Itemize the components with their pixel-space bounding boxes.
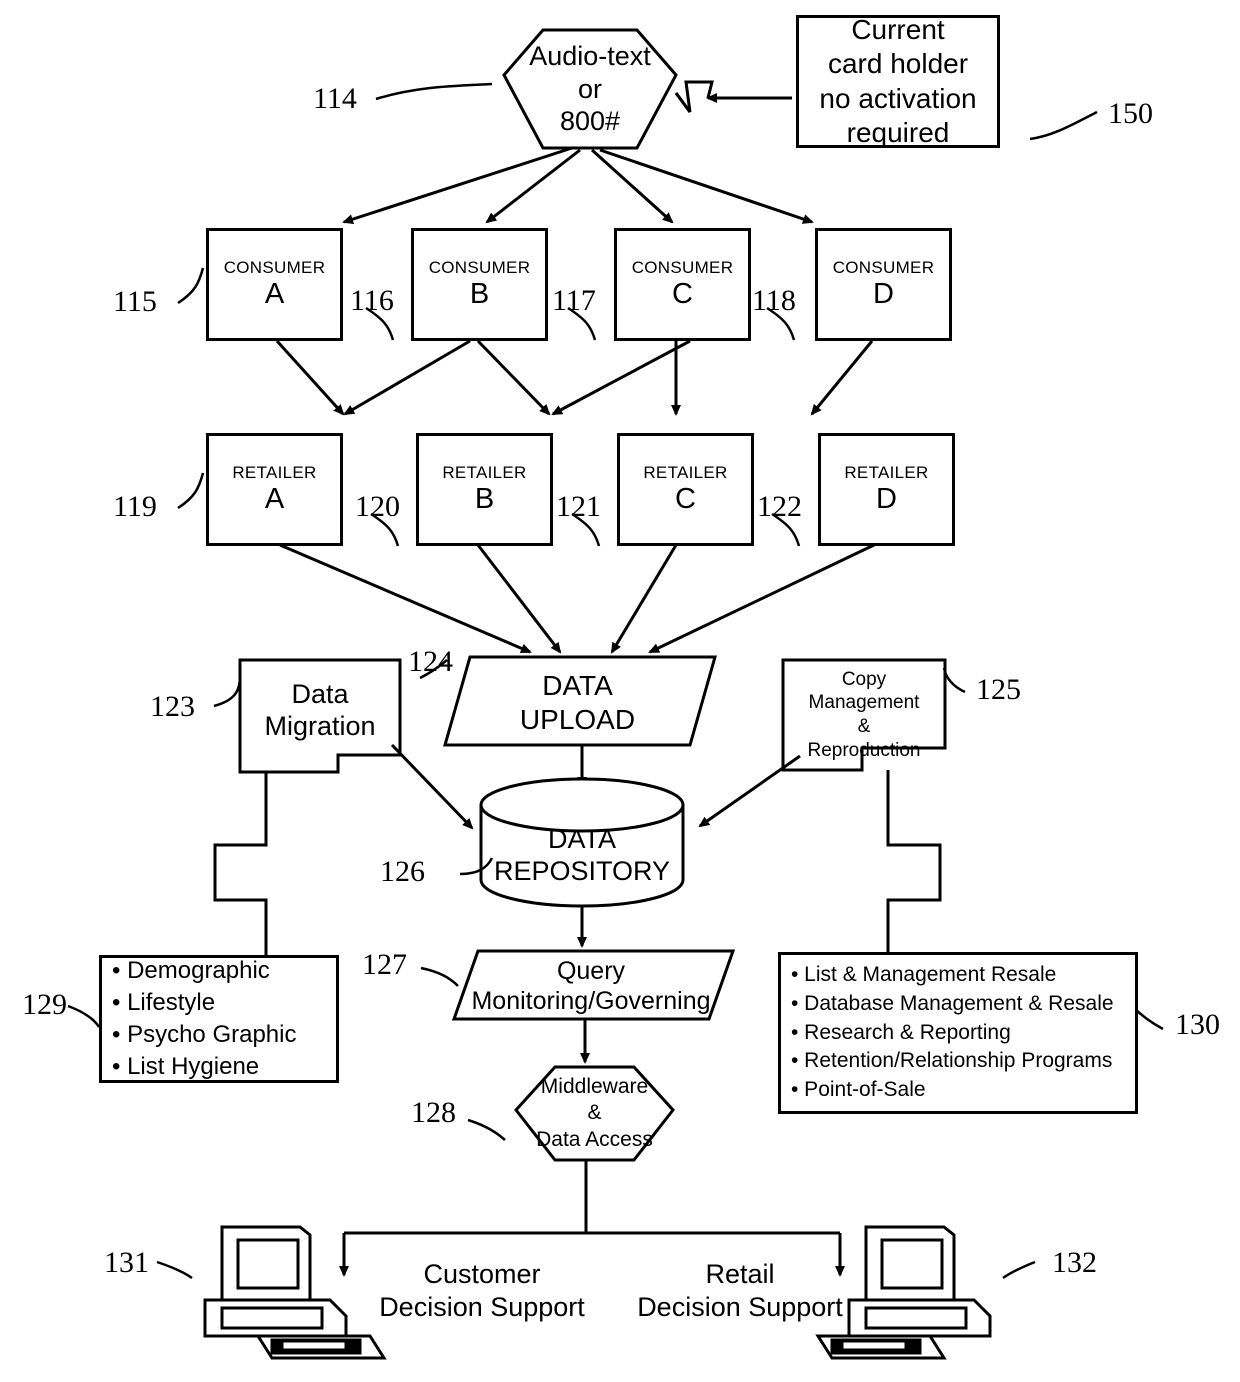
list-item: • Psycho Graphic <box>112 1021 297 1048</box>
list-item: • List Hygiene <box>112 1053 260 1081</box>
retail-decision-support-label: Retail Decision Support <box>620 1258 860 1324</box>
card-holder-line4: required <box>846 116 950 148</box>
ref-132: 132 <box>1052 1246 1097 1279</box>
retailer-c-letter: C <box>675 482 696 515</box>
consumer-c-letter: C <box>672 277 693 310</box>
card-holder-line1: Current <box>851 14 945 46</box>
list-item: • Point-of-Sale <box>791 1078 926 1102</box>
ref-117: 117 <box>552 284 596 317</box>
consumer-b-box: CONSUMER B <box>411 228 548 341</box>
list-item: • Research & Reporting <box>791 1020 1011 1044</box>
ref-126: 126 <box>380 855 425 888</box>
right-services-list: • List & Management Resale • Database Ma… <box>778 952 1138 1114</box>
retailer-c-box: RETAILER C <box>617 433 754 546</box>
customer-support-line1: Customer <box>423 1259 541 1289</box>
ref-150: 150 <box>1108 97 1153 130</box>
retail-support-line1: Retail <box>705 1259 775 1289</box>
consumer-c-type: CONSUMER <box>631 258 734 278</box>
retailer-d-box: RETAILER D <box>818 433 955 546</box>
consumer-a-type: CONSUMER <box>223 258 326 278</box>
retailer-b-box: RETAILER B <box>416 433 553 546</box>
retail-support-line2: Decision Support <box>637 1291 843 1322</box>
retailer-a-letter: A <box>264 482 285 515</box>
diagram-canvas: Audio-text or 800# 114 Current card hold… <box>0 0 1240 1382</box>
list-item: • Database Management & Resale <box>791 991 1114 1015</box>
retailer-a-box: RETAILER A <box>206 433 343 546</box>
ref-128: 128 <box>411 1096 456 1129</box>
ref-115: 115 <box>113 285 157 318</box>
consumer-a-letter: A <box>264 277 285 310</box>
ref-127: 127 <box>362 948 407 981</box>
ref-116: 116 <box>350 284 394 317</box>
retailer-d-type: RETAILER <box>844 463 929 483</box>
ref-122: 122 <box>757 490 802 523</box>
ref-120: 120 <box>355 490 400 523</box>
card-holder-line3: no activation <box>819 82 977 114</box>
customer-support-line2: Decision Support <box>379 1291 585 1322</box>
consumer-d-box: CONSUMER D <box>815 228 952 341</box>
retailer-b-letter: B <box>474 482 495 515</box>
retailer-b-type: RETAILER <box>442 463 527 483</box>
list-item: • Lifestyle <box>112 988 216 1016</box>
consumer-a-box: CONSUMER A <box>206 228 343 341</box>
ref-118: 118 <box>752 284 796 317</box>
customer-decision-support-label: Customer Decision Support <box>352 1258 612 1324</box>
ref-121: 121 <box>556 490 601 523</box>
ref-124: 124 <box>408 645 453 678</box>
ref-130: 130 <box>1175 1008 1220 1041</box>
ref-129: 129 <box>22 988 67 1021</box>
consumer-c-box: CONSUMER C <box>614 228 751 341</box>
retailer-c-type: RETAILER <box>643 463 728 483</box>
ref-119: 119 <box>113 490 157 523</box>
consumer-b-letter: B <box>469 277 490 310</box>
retailer-a-type: RETAILER <box>232 463 317 483</box>
consumer-d-letter: D <box>873 277 894 310</box>
ref-131: 131 <box>104 1246 149 1279</box>
card-holder-line2: card holder <box>827 48 969 80</box>
consumer-d-type: CONSUMER <box>832 258 935 278</box>
list-item: • Demographic <box>112 956 270 984</box>
left-attributes-list: • Demographic • Lifestyle • Psycho Graph… <box>99 955 339 1083</box>
retailer-d-letter: D <box>876 482 897 515</box>
ref-125: 125 <box>976 673 1021 706</box>
current-card-holder-box: Current card holder no activation requir… <box>796 14 1000 148</box>
ref-114: 114 <box>313 82 357 115</box>
list-item: • Retention/Relationship Programs <box>791 1049 1113 1073</box>
consumer-b-type: CONSUMER <box>428 258 531 278</box>
list-item: • List & Management Resale <box>791 962 1057 986</box>
ref-123: 123 <box>150 690 195 723</box>
